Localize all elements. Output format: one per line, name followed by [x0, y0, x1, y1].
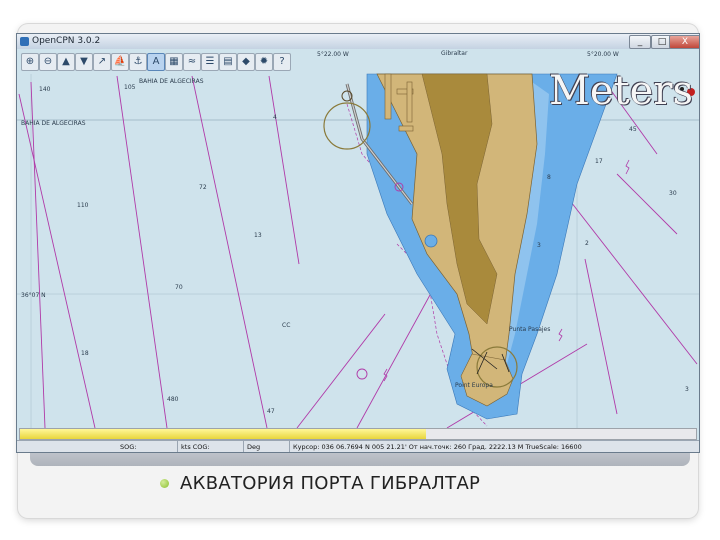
depth-72: 72 [199, 184, 207, 191]
depth-47: 47 [267, 408, 275, 415]
app-icon [20, 37, 29, 46]
opencpn-window: BAHIA DE ALGECIRAS BAHIA DE ALGECIRAS Gi… [16, 33, 700, 453]
slide-caption: АКВАТОРИЯ ПОРТА ГИБРАЛТАР [180, 473, 481, 494]
label-lat-mid: 36°07 N [21, 292, 46, 299]
text-icon[interactable]: A [147, 53, 165, 71]
depth-105: 105 [124, 84, 136, 91]
status-deg: Deg [243, 441, 260, 452]
follow-icon[interactable]: ⚓ [129, 53, 147, 71]
scale-out-icon[interactable]: ▼ [75, 53, 93, 71]
depth-4: 4 [273, 114, 277, 121]
bullet-icon [160, 479, 169, 488]
scale-in-icon[interactable]: ▲ [57, 53, 75, 71]
depth-18: 18 [81, 350, 89, 357]
toolbar: ⊕ ⊖ ▲ ▼ ↗ ⛵ ⚓ A ▦ ≈ ☰ ▤ ◆ ✹ ? [17, 49, 699, 74]
title-bar: OpenCPN 3.0.2 _ □ X [17, 34, 699, 49]
status-cursor: Курсор: 036 06.7694 N 005 21.21' От нач.… [289, 441, 582, 452]
depth-480: 480 [167, 396, 179, 403]
depth-140: 140 [39, 86, 51, 93]
depth-70: 70 [175, 284, 183, 291]
zoom-out-icon[interactable]: ⊖ [39, 53, 57, 71]
status-sog: SOG: [120, 443, 137, 451]
minimize-button[interactable]: _ [629, 35, 651, 49]
progress-fill [20, 429, 426, 439]
track-icon[interactable]: ◆ [237, 53, 255, 71]
zoom-in-icon[interactable]: ⊕ [21, 53, 39, 71]
depth-110: 110 [77, 202, 89, 209]
tide-icon[interactable]: ≈ [183, 53, 201, 71]
waypoint-icon[interactable]: ✹ [255, 53, 273, 71]
window-title: OpenCPN 3.0.2 [32, 36, 101, 46]
depth-2: 2 [585, 240, 589, 247]
label-cc: CC [282, 322, 291, 329]
progress-bar [19, 428, 697, 440]
close-button[interactable]: X [669, 35, 699, 49]
settings-icon[interactable]: ☰ [201, 53, 219, 71]
ship-icon[interactable]: ⛵ [111, 53, 129, 71]
label-point-europa: Point Europa [455, 382, 493, 389]
label-punta-pasajes: Punta Pasajes [509, 326, 551, 333]
label-bahia-left: BAHIA DE ALGECIRAS [21, 120, 86, 127]
depth-8: 8 [547, 174, 551, 181]
print-icon[interactable]: ▤ [219, 53, 237, 71]
depth-30: 30 [669, 190, 677, 197]
status-sog-unit: kts COG: [177, 441, 210, 452]
depth-3b: 3 [685, 386, 689, 393]
chart-icon[interactable]: ▦ [165, 53, 183, 71]
label-bahia-top: BAHIA DE ALGECIRAS [139, 78, 204, 85]
depth-17: 17 [595, 158, 603, 165]
status-bar: SOG: kts COG: Deg Курсор: 036 06.7694 N … [17, 440, 699, 452]
help-icon[interactable]: ? [273, 53, 291, 71]
depth-13: 13 [254, 232, 262, 239]
route-icon[interactable]: ↗ [93, 53, 111, 71]
scale-banner: Meters [548, 68, 693, 114]
depth-3: 3 [537, 242, 541, 249]
depth-45: 45 [629, 126, 637, 133]
